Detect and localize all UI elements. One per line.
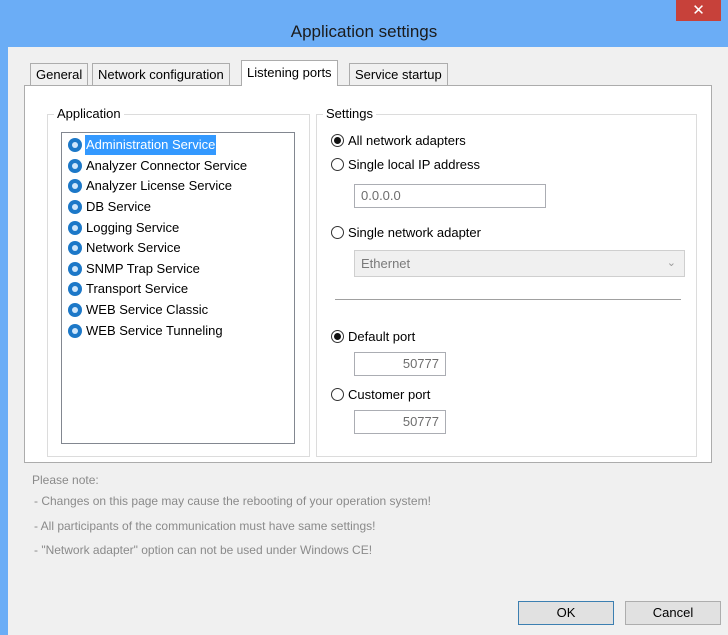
radio-unchecked-icon: [331, 226, 344, 239]
notes-heading: Please note:: [32, 473, 99, 487]
service-gear-icon: [68, 323, 82, 338]
service-gear-icon: [68, 241, 82, 256]
list-item-web-service-tunneling[interactable]: WEB Service Tunneling: [62, 320, 294, 341]
service-gear-icon: [68, 158, 82, 173]
all-network-adapters-radio[interactable]: All network adapters: [331, 133, 466, 148]
service-gear-icon: [68, 282, 82, 297]
list-item-label: Analyzer Connector Service: [86, 157, 248, 173]
list-item-label: Administration Service: [85, 135, 217, 156]
single-ip-radio[interactable]: Single local IP address: [331, 157, 480, 172]
radio-checked-icon: [331, 134, 344, 147]
default-port-label: Default port: [348, 329, 416, 344]
settings-group-label: Settings: [323, 106, 376, 121]
list-item-snmp-trap-service[interactable]: SNMP Trap Service: [62, 259, 294, 280]
list-item-label: Logging Service: [86, 219, 180, 235]
cancel-button[interactable]: Cancel: [625, 601, 721, 625]
settings-divider: [335, 299, 681, 300]
list-item-network-service[interactable]: Network Service: [62, 238, 294, 259]
note-line: - Changes on this page may cause the reb…: [34, 494, 431, 508]
service-gear-icon: [68, 261, 82, 276]
settings-group: Settings All network adapters Single loc…: [316, 106, 697, 457]
dialog-client-area: General Network configuration Listening …: [8, 47, 728, 635]
list-item-logging-service[interactable]: Logging Service: [62, 217, 294, 238]
list-item-label: Network Service: [86, 240, 181, 256]
tab-general[interactable]: General: [30, 63, 89, 85]
list-item-label: Analyzer License Service: [86, 178, 232, 194]
window-title: Application settings: [290, 22, 438, 41]
single-network-adapter-label: Single network adapter: [348, 225, 481, 240]
list-item-db-service[interactable]: DB Service: [62, 197, 294, 218]
close-icon: ✕: [692, 2, 705, 19]
customer-port-radio[interactable]: Customer port: [331, 387, 430, 402]
customer-port-input[interactable]: 50777: [354, 410, 446, 434]
single-network-adapter-radio[interactable]: Single network adapter: [331, 225, 481, 240]
list-item-label: SNMP Trap Service: [86, 260, 200, 276]
network-adapter-value: Ethernet: [361, 256, 411, 271]
list-item-transport-service[interactable]: Transport Service: [62, 279, 294, 300]
service-gear-icon: [68, 138, 82, 153]
radio-unchecked-icon: [331, 388, 344, 401]
chevron-down-icon: ⌄: [666, 257, 676, 269]
radio-checked-icon: [331, 330, 344, 343]
tab-listening-ports[interactable]: Listening ports: [241, 60, 338, 86]
tab-network-configuration[interactable]: Network configuration: [92, 63, 230, 85]
list-item-administration-service[interactable]: Administration Service: [62, 135, 294, 156]
service-gear-icon: [68, 200, 82, 215]
list-item-label: WEB Service Tunneling: [86, 322, 223, 338]
service-gear-icon: [68, 220, 82, 235]
service-gear-icon: [68, 179, 82, 194]
customer-port-label: Customer port: [348, 387, 431, 402]
close-button[interactable]: ✕: [676, 0, 721, 21]
all-network-adapters-label: All network adapters: [348, 133, 466, 148]
service-listbox[interactable]: Administration Service Analyzer Connecto…: [61, 132, 295, 444]
tab-service-startup[interactable]: Service startup: [349, 63, 448, 85]
single-ip-label: Single local IP address: [348, 157, 481, 172]
list-item-analyzer-connector-service[interactable]: Analyzer Connector Service: [62, 156, 294, 177]
network-adapter-select[interactable]: Ethernet ⌄: [354, 250, 685, 277]
application-group: Application Administration Service Analy…: [47, 106, 310, 457]
list-item-label: Transport Service: [86, 281, 189, 297]
note-line: - All participants of the communication …: [34, 519, 376, 533]
list-item-web-service-classic[interactable]: WEB Service Classic: [62, 300, 294, 321]
radio-unchecked-icon: [331, 158, 344, 171]
list-item-label: WEB Service Classic: [86, 302, 209, 318]
default-port-input[interactable]: 50777: [354, 352, 446, 376]
listening-ports-panel: Application Administration Service Analy…: [24, 85, 712, 463]
list-item-label: DB Service: [86, 199, 152, 215]
ok-button[interactable]: OK: [518, 601, 614, 625]
application-settings-window: Application settings ✕ General Network c…: [0, 0, 728, 635]
list-item-analyzer-license-service[interactable]: Analyzer License Service: [62, 176, 294, 197]
title-bar[interactable]: Application settings: [0, 0, 728, 47]
application-group-label: Application: [54, 106, 124, 121]
note-line: - "Network adapter" option can not be us…: [34, 543, 373, 557]
default-port-radio[interactable]: Default port: [331, 329, 415, 344]
service-gear-icon: [68, 303, 82, 318]
ip-address-input[interactable]: 0.0.0.0: [354, 184, 546, 208]
